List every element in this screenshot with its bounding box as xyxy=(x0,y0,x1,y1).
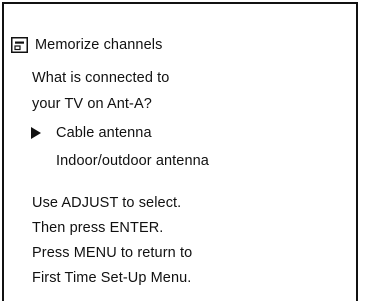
instruction-line-2: Then press ENTER. xyxy=(32,220,164,236)
question-line-1: What is connected to xyxy=(32,70,170,86)
instruction-line-1: Use ADJUST to select. xyxy=(32,195,182,211)
option-indoor-outdoor-antenna[interactable]: Indoor/outdoor antenna xyxy=(56,152,209,170)
instruction-line-4: First Time Set-Up Menu. xyxy=(32,270,192,286)
option-cable-antenna[interactable]: Cable antenna xyxy=(56,124,152,142)
instruction-line-3: Press MENU to return to xyxy=(32,245,193,261)
memory-icon xyxy=(11,37,28,53)
menu-title: Memorize channels xyxy=(35,37,163,53)
selection-pointer-icon xyxy=(31,127,41,139)
question-line-2: your TV on Ant-A? xyxy=(32,96,152,112)
